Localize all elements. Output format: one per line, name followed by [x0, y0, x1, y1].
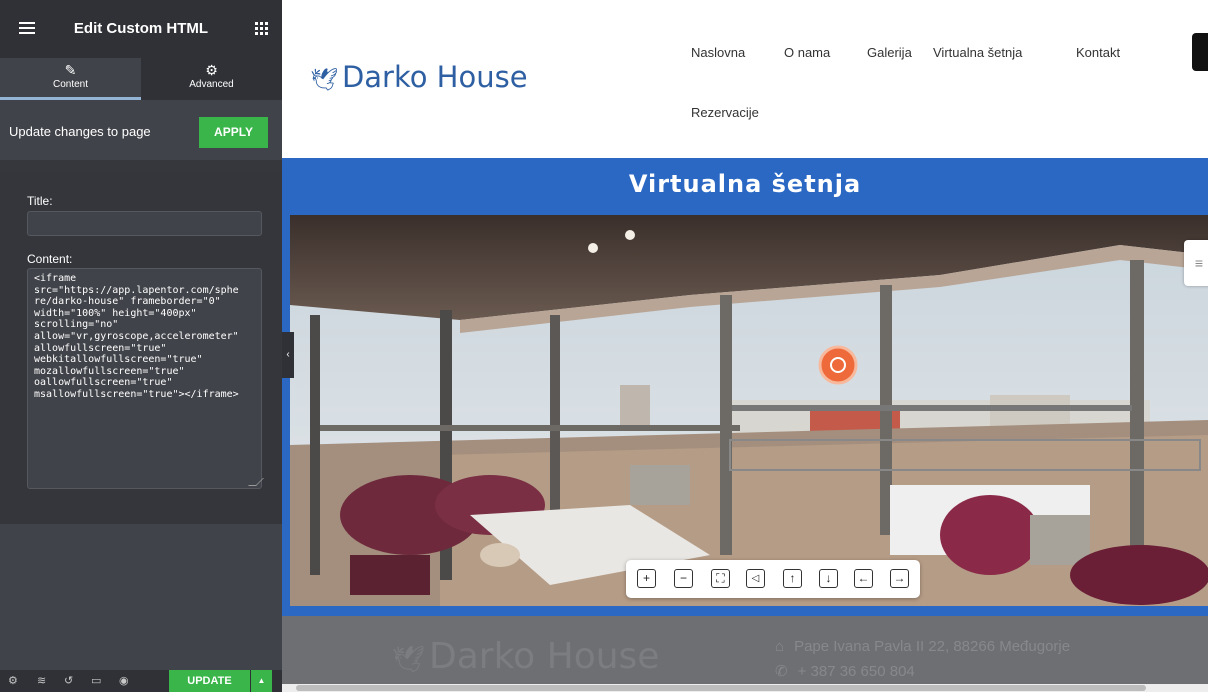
editor-header: Edit Custom HTML: [0, 0, 282, 58]
update-changes-label: Update changes to page: [9, 124, 151, 139]
arrow-up-icon[interactable]: ↑: [783, 569, 802, 588]
settings-icon[interactable]: ⚙: [8, 674, 18, 687]
footer-logo-text: Darko House: [429, 636, 660, 677]
arrow-right-icon[interactable]: →: [890, 569, 909, 588]
tab-content[interactable]: ✎ Content: [0, 58, 141, 100]
apply-button[interactable]: APPLY: [199, 117, 268, 148]
nav-item-virtualna-setnja[interactable]: Virtualna šetnja: [933, 45, 1022, 60]
nav-item-o-nama[interactable]: O nama: [784, 45, 830, 60]
tab-advanced[interactable]: ⚙ Advanced: [141, 58, 282, 100]
editor-bottom-area: [0, 524, 282, 692]
divider: [0, 160, 282, 172]
nav-item-galerija[interactable]: Galerija: [867, 45, 912, 60]
gear-icon: ⚙: [205, 62, 218, 78]
footer-phone-text: + 387 36 650 804: [797, 663, 915, 680]
frame-border-left: [282, 216, 290, 616]
update-button[interactable]: UPDATE: [169, 670, 250, 692]
tour-hotspot-icon[interactable]: [818, 345, 858, 385]
location-icon: ⌂: [775, 638, 785, 655]
nav-item-rezervacije[interactable]: Rezervacije: [691, 105, 759, 120]
arrow-down-icon[interactable]: ↓: [819, 569, 838, 588]
content-label: Content:: [27, 252, 73, 266]
panorama-image: [290, 215, 1208, 606]
section-title-band: Virtualna šetnja: [282, 158, 1208, 216]
frame-border-bottom: [282, 606, 1208, 616]
fullscreen-icon[interactable]: ⛶: [711, 569, 730, 588]
pencil-icon: ✎: [64, 62, 77, 78]
layers-icon[interactable]: ≋: [37, 674, 46, 687]
site-logo[interactable]: 🕊 Darko House: [310, 60, 528, 94]
editor-title: Edit Custom HTML: [73, 20, 209, 37]
mobile-menu-button[interactable]: [1192, 33, 1208, 71]
editor-panel: Edit Custom HTML ✎ Content ⚙ Advanced Up…: [0, 0, 282, 692]
collapse-panel-button[interactable]: ‹: [282, 332, 294, 378]
nav-item-kontakt[interactable]: Kontakt: [1076, 45, 1120, 60]
site-logo-text: Darko House: [341, 60, 528, 94]
section-title: Virtualna šetnja: [628, 170, 862, 198]
site-footer: 🕊 Darko House ⌂ Pape Ivana Pavla II 22, 88…: [282, 616, 1208, 692]
footer-logo: 🕊 Darko House: [392, 636, 659, 677]
horizontal-scrollbar[interactable]: [282, 684, 1208, 692]
widgets-grid-icon[interactable]: [255, 22, 268, 35]
footer-dove-icon: 🕊: [392, 645, 426, 675]
sound-icon[interactable]: ◁: [746, 569, 765, 588]
content-textarea[interactable]: <iframe src="https://app.lapentor.com/sp…: [27, 268, 262, 489]
update-options-caret-icon[interactable]: ▲: [251, 670, 272, 692]
nav-item-naslovna[interactable]: Naslovna: [691, 45, 745, 60]
virtual-tour-viewer[interactable]: [290, 215, 1208, 606]
dove-logo-icon: 🕊: [310, 68, 338, 93]
responsive-icon[interactable]: ▭: [91, 674, 101, 687]
tab-content-label: Content: [52, 79, 89, 90]
scrollbar-thumb[interactable]: [296, 685, 1146, 691]
tab-advanced-label: Advanced: [189, 79, 234, 90]
title-label: Title:: [27, 194, 53, 208]
footer-address-text: Pape Ivana Pavla II 22, 88266 Međugorje: [794, 638, 1071, 655]
site-preview: 🕊 Darko House Naslovna O nama Galerija Vi…: [282, 0, 1208, 692]
footer-phone: ✆ + 387 36 650 804: [775, 662, 915, 680]
history-icon[interactable]: ↺: [64, 674, 73, 687]
tour-controls: + − ⛶ ◁ ↑ ↓ ← →: [626, 560, 920, 598]
preview-eye-icon[interactable]: ◉: [119, 674, 129, 687]
zoom-out-icon[interactable]: −: [674, 569, 693, 588]
arrow-left-icon[interactable]: ←: [854, 569, 873, 588]
footer-address: ⌂ Pape Ivana Pavla II 22, 88266 Međugorje: [775, 638, 1070, 655]
title-input[interactable]: [27, 211, 262, 236]
zoom-in-icon[interactable]: +: [637, 569, 656, 588]
tour-menu-icon[interactable]: ≡: [1184, 240, 1208, 286]
phone-icon: ✆: [775, 663, 788, 680]
